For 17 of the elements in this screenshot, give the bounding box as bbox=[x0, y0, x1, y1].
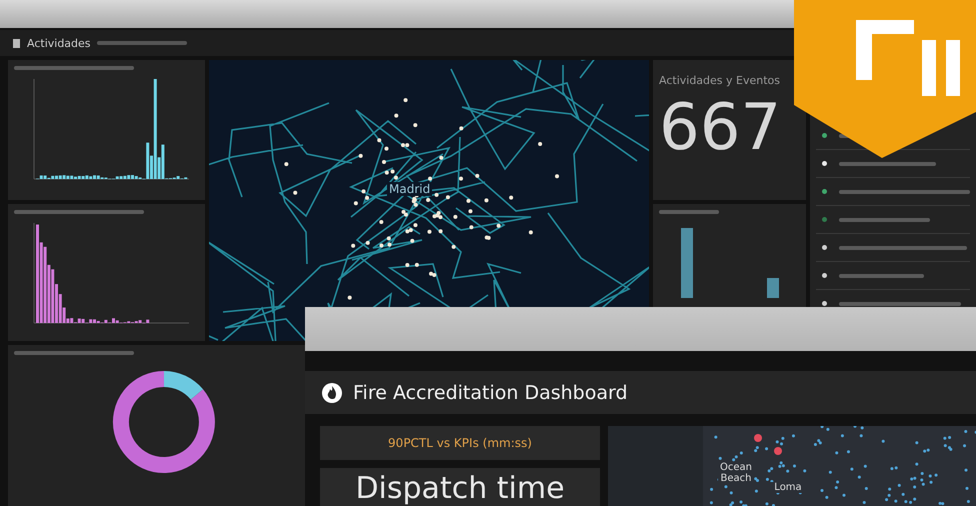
map-label: Ocean Beach bbox=[718, 462, 754, 484]
dashboard-title: Actividades bbox=[27, 36, 91, 50]
section-heading: 90PCTL vs KPIs (mm:ss) bbox=[320, 426, 600, 460]
dashboard-title: Fire Accreditation Dashboard bbox=[353, 382, 628, 404]
incident-marker[interactable] bbox=[774, 447, 782, 455]
title-placeholder bbox=[659, 210, 719, 214]
kpi-value: 667 bbox=[659, 93, 782, 163]
chart-bar bbox=[681, 228, 693, 298]
flame-icon bbox=[321, 382, 343, 404]
map[interactable]: Madrid bbox=[209, 60, 649, 341]
indicator-title: Dispatch time bbox=[355, 472, 565, 506]
chart-bar bbox=[767, 278, 779, 298]
map[interactable]: Ocean Beach Loma bbox=[608, 426, 976, 506]
map-label: Madrid bbox=[387, 182, 432, 196]
building-icon bbox=[12, 38, 21, 48]
incident-marker[interactable] bbox=[754, 434, 762, 442]
kpi-title: Actividades y Eventos bbox=[659, 74, 781, 87]
